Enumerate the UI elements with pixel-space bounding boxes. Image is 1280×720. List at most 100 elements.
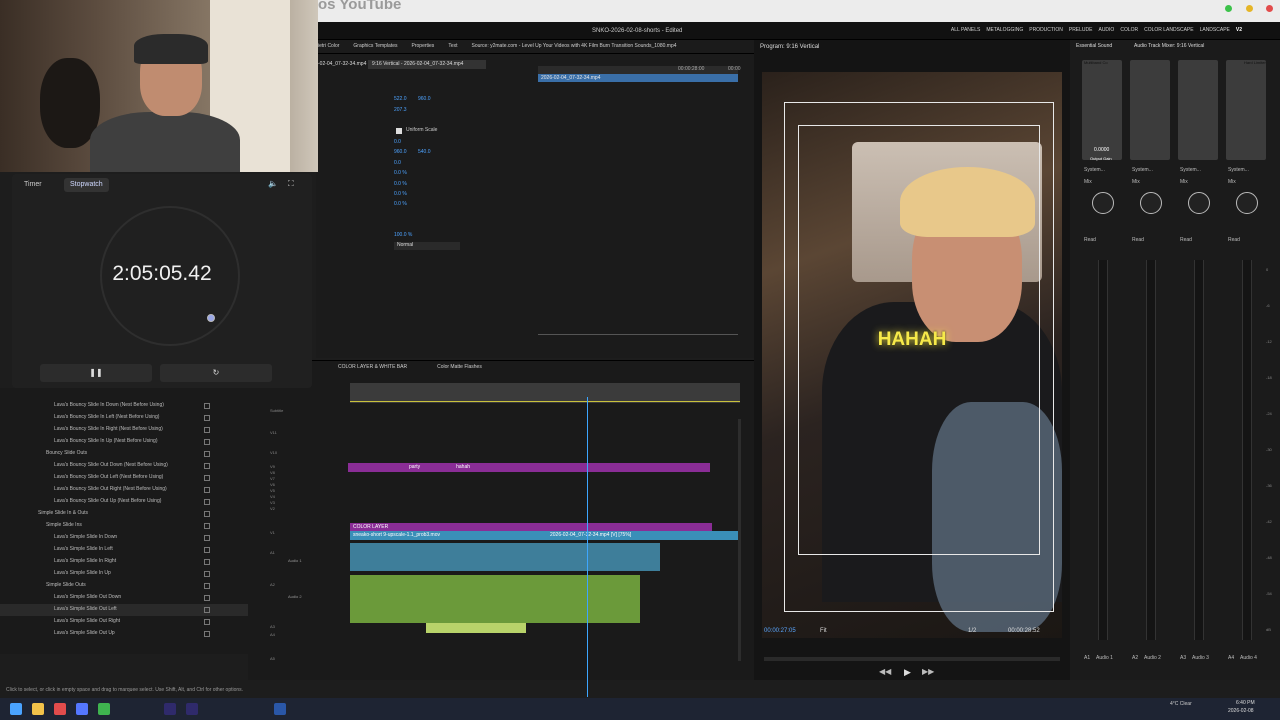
rotation-value[interactable]: 0.0 bbox=[394, 139, 401, 146]
automation-select[interactable]: Read bbox=[1180, 237, 1192, 244]
tab-audio-mixer[interactable]: Audio Track Mixer: 9:16 Vertical bbox=[1134, 43, 1204, 50]
track-header[interactable]: V5 bbox=[270, 488, 370, 493]
track-header[interactable]: A3 bbox=[270, 624, 370, 629]
preset-checkbox-icon[interactable] bbox=[204, 499, 210, 505]
effect-preset-item[interactable]: Lava's Simple Slide In Down bbox=[0, 532, 248, 544]
tab-text[interactable]: Text bbox=[448, 43, 457, 53]
program-video-frame[interactable]: HAHAH bbox=[762, 72, 1062, 638]
step-forward-icon[interactable]: ▶▶ bbox=[922, 667, 934, 677]
preset-checkbox-icon[interactable] bbox=[204, 631, 210, 637]
clip-party[interactable]: party hahah bbox=[348, 463, 710, 472]
crop-top-value[interactable]: 0.0 % bbox=[394, 181, 407, 188]
effect-preset-item[interactable]: Lava's Bouncy Slide Out Right (Nest Befo… bbox=[0, 484, 248, 496]
input-select[interactable]: System... bbox=[1228, 167, 1249, 174]
explorer-icon[interactable] bbox=[32, 703, 44, 715]
preset-checkbox-icon[interactable] bbox=[204, 427, 210, 433]
track-header[interactable]: V3 bbox=[270, 500, 370, 505]
premiere-icon[interactable] bbox=[164, 703, 176, 715]
gain-value[interactable]: 0.0000 bbox=[1094, 147, 1109, 154]
effect-preset-item[interactable]: Lava's Simple Slide In Up bbox=[0, 568, 248, 580]
effect-rack-slot[interactable] bbox=[1226, 60, 1266, 160]
effect-preset-item[interactable]: Lava's Simple Slide In Right bbox=[0, 556, 248, 568]
mini-clip[interactable]: 2026-02-04_07-32-34.mp4 bbox=[538, 74, 738, 82]
mode-select[interactable]: Mix bbox=[1228, 179, 1236, 186]
preset-checkbox-icon[interactable] bbox=[204, 439, 210, 445]
opacity-value[interactable]: 100.0 % bbox=[394, 232, 412, 239]
workspace-tab[interactable]: AUDIO bbox=[1098, 27, 1114, 34]
clip-main-video[interactable]: sneako-short 9-upscale-1.1_prob3.mov 2026… bbox=[350, 531, 738, 540]
workspace-tab[interactable]: PRELUDE bbox=[1069, 27, 1093, 34]
workspace-tab[interactable]: COLOR bbox=[1120, 27, 1138, 34]
preset-checkbox-icon[interactable] bbox=[204, 415, 210, 421]
preset-checkbox-icon[interactable] bbox=[204, 403, 210, 409]
mode-select[interactable]: Mix bbox=[1132, 179, 1140, 186]
automation-select[interactable]: Read bbox=[1228, 237, 1240, 244]
workspace-tab[interactable]: METALOGGING bbox=[986, 27, 1023, 34]
tab-essential-sound[interactable]: Essential Sound bbox=[1076, 43, 1112, 50]
clip-path-dropdown[interactable]: 9:16 Vertical - 2026-02-04_07-32-34.mp4 bbox=[368, 60, 486, 69]
preset-checkbox-icon[interactable] bbox=[204, 511, 210, 517]
window-close-icon[interactable] bbox=[1266, 5, 1273, 12]
track-header[interactable]: A5 bbox=[270, 656, 370, 661]
tab-timer[interactable]: Timer bbox=[18, 178, 48, 192]
effect-rack-slot[interactable] bbox=[1082, 60, 1122, 160]
effect-rack-slot[interactable] bbox=[1130, 60, 1170, 160]
program-timecode[interactable]: 00:00:27:05 bbox=[764, 628, 796, 635]
step-back-icon[interactable]: ◀◀ bbox=[879, 667, 891, 677]
sound-icon[interactable]: 🔈 bbox=[268, 179, 278, 189]
effect-preset-item[interactable]: Lava's Simple Slide Out Right bbox=[0, 616, 248, 628]
quality-select[interactable]: 1/2 bbox=[968, 628, 976, 635]
anchor-x-value[interactable]: 960.0 bbox=[394, 149, 407, 156]
effect-rack-slot[interactable] bbox=[1178, 60, 1218, 160]
start-icon[interactable] bbox=[10, 703, 22, 715]
pan-knob[interactable] bbox=[1140, 192, 1162, 214]
preset-checkbox-icon[interactable] bbox=[204, 451, 210, 457]
workspace-tab[interactable]: COLOR LANDSCAPE bbox=[1144, 27, 1193, 34]
window-maximize-icon[interactable] bbox=[1225, 5, 1232, 12]
reset-button[interactable]: ↻ bbox=[160, 364, 272, 382]
program-scrub-bar[interactable] bbox=[764, 657, 1060, 661]
input-select[interactable]: System... bbox=[1084, 167, 1105, 174]
app-icon[interactable] bbox=[98, 703, 110, 715]
play-icon[interactable]: ▶ bbox=[904, 667, 911, 678]
position-x-value[interactable]: 522.0 bbox=[394, 96, 407, 103]
track-header[interactable]: A4 bbox=[270, 632, 370, 637]
effect-preset-item[interactable]: Lava's Simple Slide In Left bbox=[0, 544, 248, 556]
pan-knob[interactable] bbox=[1092, 192, 1114, 214]
timeline-vscrollbar[interactable] bbox=[738, 419, 741, 661]
preset-checkbox-icon[interactable] bbox=[204, 595, 210, 601]
track-header[interactable]: V7 bbox=[270, 476, 370, 481]
uniform-scale-checkbox[interactable] bbox=[396, 128, 402, 134]
chrome-icon[interactable] bbox=[54, 703, 66, 715]
preset-checkbox-icon[interactable] bbox=[204, 571, 210, 577]
mode-select[interactable]: Mix bbox=[1084, 179, 1092, 186]
tab-source[interactable]: Source: y2mate.com - Level Up Your Video… bbox=[471, 43, 676, 53]
photoshop-icon[interactable] bbox=[274, 703, 286, 715]
timeline-playhead[interactable] bbox=[587, 397, 588, 697]
scale-value[interactable]: 207.3 bbox=[394, 107, 407, 114]
automation-select[interactable]: Read bbox=[1084, 237, 1096, 244]
zoom-select[interactable]: Fit bbox=[820, 628, 827, 635]
preset-checkbox-icon[interactable] bbox=[204, 619, 210, 625]
effect-preset-item[interactable]: Simple Slide In & Outs bbox=[0, 508, 248, 520]
tab-color-layer[interactable]: COLOR LAYER & WHITE BAR bbox=[338, 364, 407, 375]
input-select[interactable]: System... bbox=[1132, 167, 1153, 174]
audio-clip-a1[interactable] bbox=[350, 543, 660, 571]
mini-scrollbar[interactable] bbox=[538, 334, 738, 335]
automation-select[interactable]: Read bbox=[1132, 237, 1144, 244]
track-header[interactable]: V4 bbox=[270, 494, 370, 499]
anchor-y-value[interactable]: 540.0 bbox=[418, 149, 431, 156]
workspace-tab[interactable]: ALL PANELS bbox=[951, 27, 980, 34]
clock-time[interactable]: 6:40 PM bbox=[1236, 700, 1255, 707]
tab-properties[interactable]: Properties bbox=[412, 43, 435, 53]
workspace-tab[interactable]: LANDSCAPE bbox=[1200, 27, 1230, 34]
workspace-tab[interactable]: V2 bbox=[1236, 27, 1242, 34]
effect-preset-item[interactable]: Simple Slide Ins bbox=[0, 520, 248, 532]
mode-select[interactable]: Mix bbox=[1180, 179, 1188, 186]
track-header[interactable]: V11 bbox=[270, 430, 370, 435]
position-y-value[interactable]: 960.0 bbox=[418, 96, 431, 103]
pan-knob[interactable] bbox=[1236, 192, 1258, 214]
effect-preset-item[interactable]: Simple Slide Outs bbox=[0, 580, 248, 592]
effect-preset-item[interactable]: Lava's Bouncy Slide Out Up (Nest Before … bbox=[0, 496, 248, 508]
window-minimize-icon[interactable] bbox=[1246, 5, 1253, 12]
